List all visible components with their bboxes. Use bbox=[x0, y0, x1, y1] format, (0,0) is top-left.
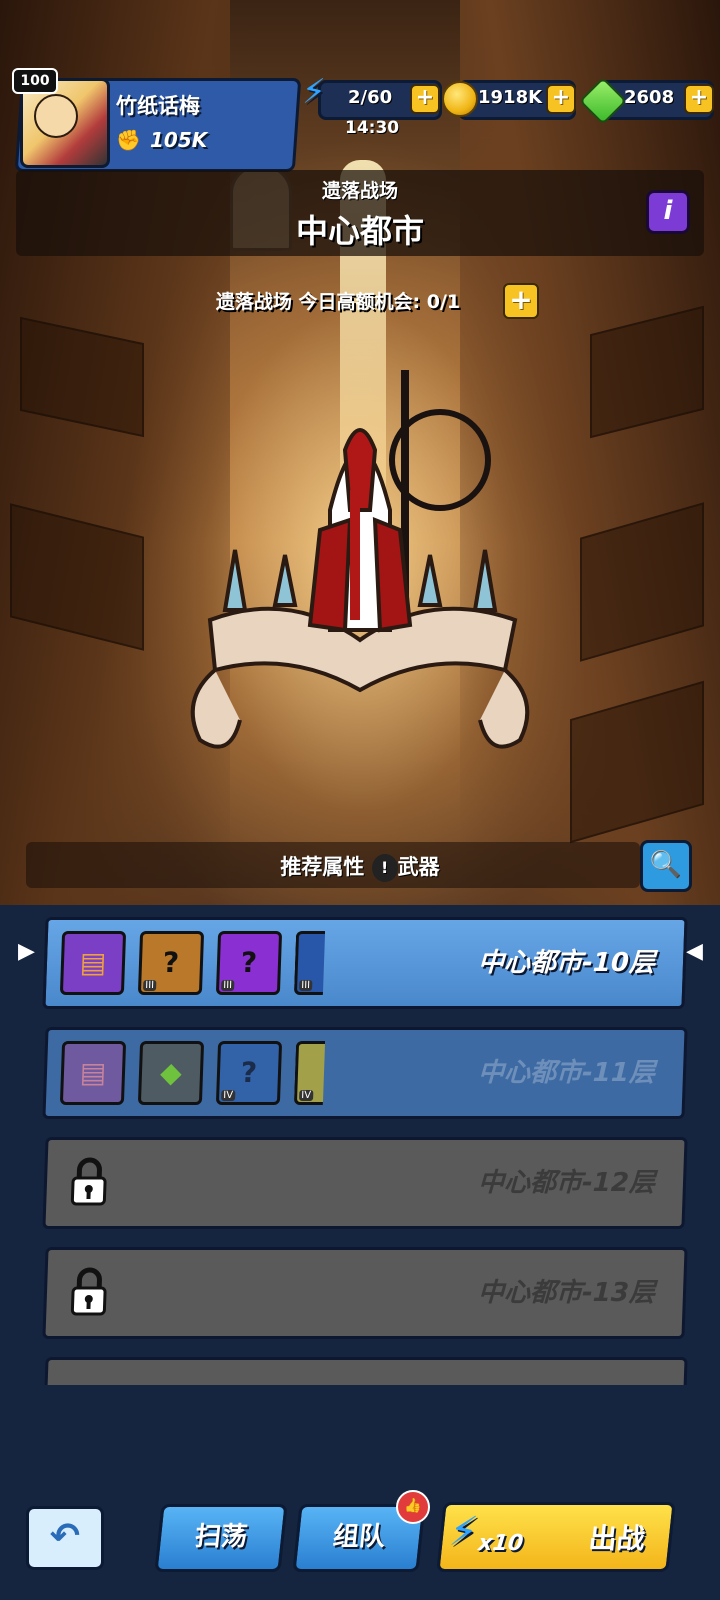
right-selection-arrow-icon: ◀ bbox=[686, 939, 703, 964]
fight-cost: x10 bbox=[477, 1531, 525, 1556]
energy-bolt-icon: ⚡ bbox=[302, 72, 326, 112]
player-name: 竹纸话梅 bbox=[116, 94, 200, 118]
avatar-face bbox=[34, 94, 78, 138]
recommend-attribute: 武器 bbox=[397, 855, 440, 879]
info-button[interactable]: i bbox=[646, 190, 690, 234]
lock-icon bbox=[70, 1267, 107, 1316]
floor-row-13[interactable]: 中心都市-13层 bbox=[42, 1247, 688, 1339]
reward-sword-icon[interactable]: IV bbox=[293, 1041, 326, 1105]
recommend-text: 推荐属性 ! 武器 bbox=[0, 851, 720, 882]
fight-label: 出战 bbox=[587, 1522, 647, 1555]
stage-emblem bbox=[190, 370, 530, 749]
recommend-label: 推荐属性 bbox=[280, 855, 365, 879]
back-button[interactable]: ↶ bbox=[26, 1506, 104, 1570]
gold-coin-icon bbox=[442, 81, 478, 117]
back-arrow-icon: ↶ bbox=[49, 1516, 81, 1557]
fist-power-icon: ✊ bbox=[116, 128, 141, 152]
add-chance-button[interactable]: + bbox=[503, 283, 539, 319]
reward-green-gem-pile-icon[interactable]: ◆ bbox=[137, 1041, 205, 1105]
floor-row-10[interactable]: ▤ ? III ? III III 中心都市-10层 bbox=[42, 917, 688, 1009]
daily-chance-label: 遗落战场 今日高额机会: 0/1 bbox=[215, 291, 461, 313]
player-level-badge: 100 bbox=[12, 68, 58, 94]
tier-label: III bbox=[143, 980, 157, 991]
reward-book-icon[interactable]: ▤ bbox=[59, 931, 127, 995]
floor-label: 中心都市-12层 bbox=[477, 1168, 656, 1198]
fight-button[interactable]: ⚡ x10 出战 bbox=[436, 1502, 676, 1572]
add-gems-button[interactable]: + bbox=[684, 84, 714, 114]
floor-row-12[interactable]: 中心都市-12层 bbox=[42, 1137, 688, 1229]
weapon-attribute-icon: ! bbox=[371, 854, 398, 882]
reward-mystery-sword-icon[interactable]: ? III bbox=[137, 931, 205, 995]
energy-bolt-icon: ⚡ bbox=[447, 1509, 481, 1555]
floor-row-14[interactable] bbox=[42, 1357, 688, 1385]
player-power: 105K bbox=[150, 128, 208, 152]
energy-value: 2/60 bbox=[348, 87, 393, 108]
floor-label: 中心都市-10层 bbox=[477, 948, 656, 978]
stage-title: 中心都市 bbox=[295, 212, 424, 250]
floor-label: 中心都市-13层 bbox=[477, 1278, 656, 1308]
reward-sword-icon[interactable]: III bbox=[293, 931, 326, 995]
tier-label: III bbox=[221, 980, 235, 991]
floor-label: 中心都市-11层 bbox=[477, 1058, 656, 1088]
gems-value: 2608 bbox=[624, 87, 675, 108]
reward-book-icon[interactable]: ▤ bbox=[59, 1041, 127, 1105]
reward-mystery-sword-icon[interactable]: ? IV bbox=[215, 1041, 283, 1105]
tier-label: IV bbox=[299, 1090, 314, 1101]
search-button[interactable]: 🔍 bbox=[640, 840, 692, 892]
floor-row-11[interactable]: ▤ ◆ ? IV IV 中心都市-11层 bbox=[42, 1027, 688, 1119]
add-gold-button[interactable]: + bbox=[546, 84, 576, 114]
daily-chance-text: 遗落战场 今日高额机会: 0/1 bbox=[0, 287, 720, 314]
sweep-button[interactable]: 扫荡 bbox=[154, 1504, 288, 1572]
tier-label: III bbox=[299, 980, 313, 991]
floor-list[interactable]: ▶ ◀ ▤ ? III ? III III 中心都市-10层 ▤ ◆ ? IV IV … bbox=[0, 905, 720, 1385]
gold-value: 1918K bbox=[478, 87, 543, 108]
add-energy-button[interactable]: + bbox=[410, 84, 440, 114]
lock-icon bbox=[70, 1157, 107, 1206]
reward-mystery-sword-icon[interactable]: ? III bbox=[215, 931, 283, 995]
team-thumb-badge-icon: 👍 bbox=[396, 1490, 430, 1524]
stage-subtitle: 遗落战场 bbox=[321, 180, 398, 202]
energy-timer: 14:30 bbox=[345, 118, 400, 138]
left-selection-arrow-icon: ▶ bbox=[18, 939, 35, 964]
tier-label: IV bbox=[221, 1090, 236, 1101]
